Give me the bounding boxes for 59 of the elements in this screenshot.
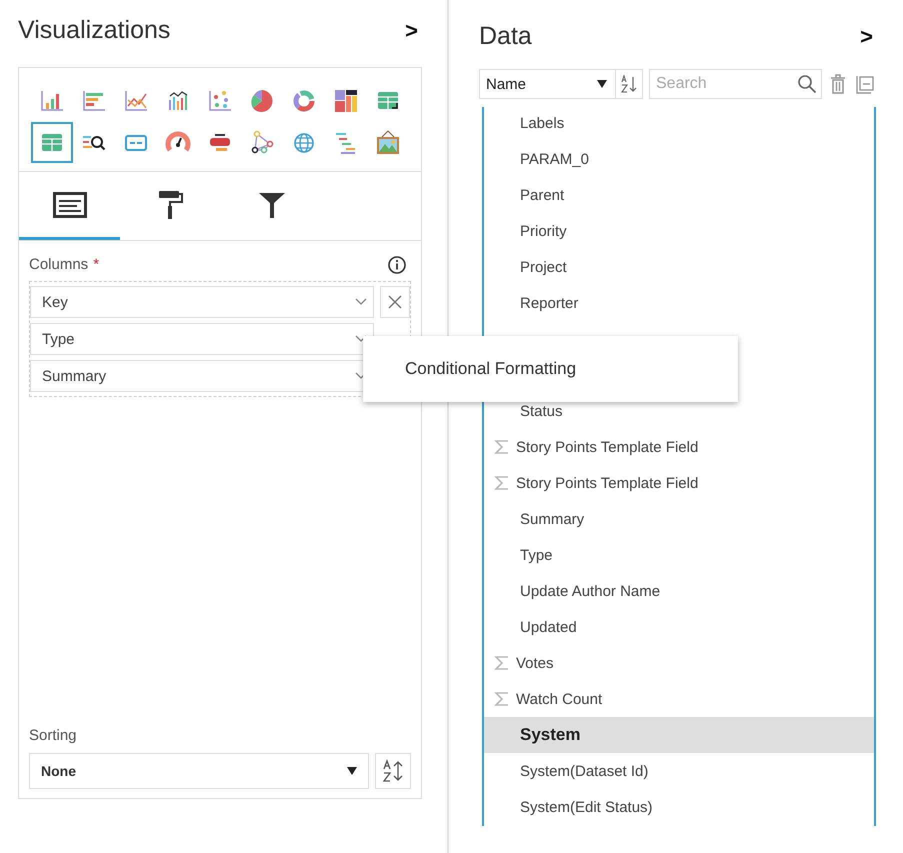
field-list-item[interactable]: Reporter bbox=[484, 285, 874, 321]
select-value: Summary bbox=[42, 368, 106, 384]
panel-title: Data bbox=[479, 22, 532, 51]
trash-icon bbox=[830, 74, 846, 94]
field-list-item[interactable]: Updated bbox=[484, 609, 874, 645]
sort-az-icon bbox=[620, 74, 638, 94]
field-list-item[interactable]: Story Points Template Field bbox=[484, 465, 874, 501]
collapse-button[interactable] bbox=[854, 74, 876, 94]
required-mark: * bbox=[93, 256, 100, 273]
sort-az-icon bbox=[381, 759, 406, 783]
panel-title: Visualizations bbox=[18, 16, 170, 45]
paint-roller-icon bbox=[158, 190, 184, 220]
chevron-down-icon bbox=[355, 335, 367, 343]
field-list-item[interactable]: Watch Count bbox=[484, 681, 874, 717]
field-list-item[interactable]: Parent bbox=[484, 177, 874, 213]
collapse-all-icon bbox=[856, 74, 874, 94]
select-value: None bbox=[41, 763, 76, 779]
chevron-down-icon bbox=[355, 298, 367, 306]
donut-chart-icon bbox=[291, 88, 317, 114]
sort-button[interactable] bbox=[615, 69, 643, 99]
sort-field-select[interactable]: Name bbox=[479, 69, 616, 99]
form-fields-icon bbox=[52, 192, 86, 218]
search-icon bbox=[797, 74, 817, 94]
sorting-select[interactable]: None bbox=[29, 753, 370, 789]
field-list-item[interactable]: Labels bbox=[484, 107, 874, 141]
column-select[interactable]: Key bbox=[30, 286, 374, 318]
field-list-item[interactable]: System bbox=[484, 717, 874, 753]
close-icon bbox=[388, 295, 402, 309]
field-list-item[interactable]: Summary bbox=[484, 501, 874, 537]
delete-button[interactable] bbox=[828, 74, 848, 94]
column-select[interactable]: Type bbox=[30, 323, 374, 355]
search-field[interactable]: Search bbox=[649, 69, 822, 99]
field-list-item[interactable]: Update Author Name bbox=[484, 573, 874, 609]
field-list-item[interactable]: Project bbox=[484, 249, 874, 285]
info-icon[interactable] bbox=[387, 255, 407, 275]
network-icon bbox=[249, 130, 275, 156]
select-value: Key bbox=[42, 294, 68, 310]
framed-picture-icon bbox=[375, 130, 401, 156]
select-value: Type bbox=[42, 330, 75, 348]
menu-item[interactable]: Conditional Formatting bbox=[405, 359, 576, 379]
treemap-icon bbox=[333, 88, 359, 114]
field-list-item[interactable]: PARAM_0 bbox=[484, 141, 874, 177]
field-list-item[interactable]: Priority bbox=[484, 213, 874, 249]
field-list-item[interactable]: Votes bbox=[484, 645, 874, 681]
sorting-label: Sorting bbox=[29, 727, 77, 744]
field-list-item[interactable]: System(Edit Status) bbox=[484, 789, 874, 825]
field-list-item[interactable]: Story Points Template Field bbox=[484, 429, 874, 465]
select-value: Name bbox=[486, 76, 526, 92]
field-list-item[interactable]: System(Dataset Id) bbox=[484, 753, 874, 789]
expand-button[interactable]: > bbox=[856, 24, 877, 50]
remove-button[interactable] bbox=[380, 286, 410, 318]
expand-button[interactable]: > bbox=[401, 18, 422, 44]
dropdown-arrow-icon bbox=[597, 80, 607, 88]
field-list-item[interactable]: Type bbox=[484, 537, 874, 573]
pie-chart-icon bbox=[249, 88, 275, 114]
filter-icon bbox=[258, 190, 286, 218]
sort-order-button[interactable] bbox=[375, 753, 411, 789]
columns-label: Columns bbox=[29, 256, 88, 273]
dropdown-arrow-icon bbox=[347, 767, 358, 775]
